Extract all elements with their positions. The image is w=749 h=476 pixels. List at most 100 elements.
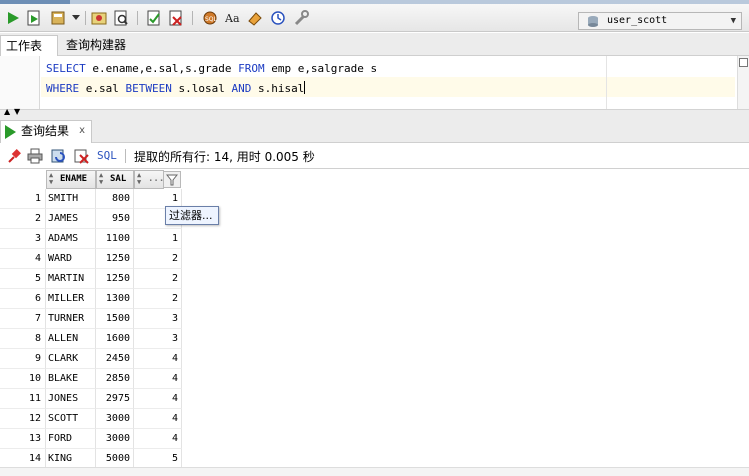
collapse-up-icon[interactable]: ▲ <box>4 107 10 116</box>
cell-sal[interactable]: 3000 <box>96 429 134 449</box>
cell-ename[interactable]: WARD <box>46 249 96 269</box>
commit-icon[interactable] <box>49 9 66 26</box>
cell-sal[interactable]: 1300 <box>96 289 134 309</box>
table-row[interactable]: 5 MARTIN 1250 2 <box>0 269 182 289</box>
cell-grade[interactable]: 5 <box>134 449 182 469</box>
sql-link[interactable]: SQL <box>97 149 117 162</box>
column-header-grade[interactable]: ▲ ▼ ... <box>134 170 164 189</box>
cell-sal[interactable]: 2850 <box>96 369 134 389</box>
cell-sal[interactable]: 1250 <box>96 269 134 289</box>
cell-sal[interactable]: 1600 <box>96 329 134 349</box>
pin-icon[interactable] <box>6 148 22 164</box>
column-header-sal[interactable]: ▲ ▼ SAL <box>96 170 134 189</box>
row-number: 5 <box>0 269 46 289</box>
close-icon[interactable]: x <box>79 120 85 141</box>
cell-grade[interactable]: 4 <box>134 389 182 409</box>
tab-worksheet[interactable]: 工作表 <box>0 35 58 56</box>
cell-ename[interactable]: FORD <box>46 429 96 449</box>
tab-query-builder[interactable]: 查询构建器 <box>61 35 131 56</box>
connection-selector[interactable]: user_scott ▼ <box>578 12 742 30</box>
filter-icon[interactable] <box>163 171 181 188</box>
cell-grade[interactable]: 4 <box>134 369 182 389</box>
tab-query-result[interactable]: 查询结果 x <box>0 120 92 143</box>
cell-ename[interactable]: SMITH <box>46 189 96 209</box>
table-row[interactable]: 10 BLAKE 2850 4 <box>0 369 182 389</box>
cell-ename[interactable]: ALLEN <box>46 329 96 349</box>
cell-ename[interactable]: TURNER <box>46 309 96 329</box>
cell-grade[interactable]: 1 <box>134 229 182 249</box>
cell-grade[interactable]: 3 <box>134 329 182 349</box>
refresh-icon[interactable] <box>51 148 67 164</box>
to-upper-lower-icon[interactable]: Aa <box>224 9 241 26</box>
cell-ename[interactable]: ADAMS <box>46 229 96 249</box>
table-row[interactable]: 9 CLARK 2450 4 <box>0 349 182 369</box>
table-row[interactable]: 4 WARD 1250 2 <box>0 249 182 269</box>
cell-ename[interactable]: MILLER <box>46 289 96 309</box>
table-row[interactable]: 12 SCOTT 3000 4 <box>0 409 182 429</box>
row-number: 7 <box>0 309 46 329</box>
row-number: 6 <box>0 289 46 309</box>
cell-ename[interactable]: KING <box>46 449 96 469</box>
results-grid[interactable]: ▲ ▼ ENAME ▲ ▼ SAL ▲ ▼ ... 1 SMITH 800 1 2 JAMES 9… <box>0 169 749 476</box>
cell-ename[interactable]: JONES <box>46 389 96 409</box>
editor-vertical-scrollbar[interactable] <box>737 56 749 109</box>
commit-transaction-icon[interactable] <box>145 9 162 26</box>
sql-history-icon[interactable] <box>269 9 286 26</box>
cell-sal[interactable]: 1250 <box>96 249 134 269</box>
explain-plan-icon[interactable] <box>90 9 107 26</box>
dropdown-arrow-icon[interactable] <box>71 9 81 26</box>
cell-ename[interactable]: CLARK <box>46 349 96 369</box>
rollback-icon[interactable] <box>167 9 184 26</box>
table-row[interactable]: 13 FORD 3000 4 <box>0 429 182 449</box>
grid-horizontal-scrollbar[interactable] <box>0 467 749 476</box>
cell-sal[interactable]: 5000 <box>96 449 134 469</box>
cell-sal[interactable]: 800 <box>96 189 134 209</box>
scroll-corner-box[interactable] <box>739 58 748 67</box>
table-row[interactable]: 6 MILLER 1300 2 <box>0 289 182 309</box>
cell-ename[interactable]: JAMES <box>46 209 96 229</box>
sort-icon: ▲ ▼ <box>99 171 104 186</box>
print-icon[interactable] <box>27 148 43 164</box>
run-script-icon[interactable] <box>25 9 42 26</box>
cell-ename[interactable]: BLAKE <box>46 369 96 389</box>
cell-grade[interactable]: 2 <box>134 289 182 309</box>
cell-sal[interactable]: 1500 <box>96 309 134 329</box>
table-row[interactable]: 2 JAMES 950 <box>0 209 182 229</box>
sql-editor[interactable]: SELECT e.ename,e.sal,s.grade FROM emp e,… <box>0 56 749 110</box>
run-statement-icon[interactable] <box>4 9 21 26</box>
sql-tuning-icon[interactable]: SQL <box>201 9 218 26</box>
row-number: 11 <box>0 389 46 409</box>
table-row[interactable]: 1 SMITH 800 1 <box>0 189 182 209</box>
row-number: 10 <box>0 369 46 389</box>
collapse-down-icon[interactable]: ▼ <box>14 107 20 116</box>
pane-splitter[interactable]: ▲ ▼ <box>0 107 749 117</box>
cell-grade[interactable]: 4 <box>134 409 182 429</box>
table-row[interactable]: 14 KING 5000 5 <box>0 449 182 469</box>
cell-sal[interactable]: 1100 <box>96 229 134 249</box>
clear-eraser-icon[interactable] <box>246 9 263 26</box>
autotrace-icon[interactable] <box>112 9 129 26</box>
cell-ename[interactable]: SCOTT <box>46 409 96 429</box>
cell-sal[interactable]: 950 <box>96 209 134 229</box>
sql-keyword: SELECT <box>46 62 86 75</box>
cell-grade[interactable]: 4 <box>134 349 182 369</box>
cell-grade[interactable]: 3 <box>134 309 182 329</box>
cell-ename[interactable]: MARTIN <box>46 269 96 289</box>
table-row[interactable]: 7 TURNER 1500 3 <box>0 309 182 329</box>
toolbar-separator <box>192 11 193 25</box>
cell-sal[interactable]: 2975 <box>96 389 134 409</box>
cell-grade[interactable]: 2 <box>134 249 182 269</box>
cell-grade[interactable]: 4 <box>134 429 182 449</box>
cell-grade[interactable]: 2 <box>134 269 182 289</box>
table-row[interactable]: 3 ADAMS 1100 1 <box>0 229 182 249</box>
column-header-ename[interactable]: ▲ ▼ ENAME <box>46 170 96 189</box>
table-row[interactable]: 11 JONES 2975 4 <box>0 389 182 409</box>
sql-text: s.hisal <box>251 82 305 95</box>
cell-sal[interactable]: 2450 <box>96 349 134 369</box>
cell-sal[interactable]: 3000 <box>96 409 134 429</box>
table-row[interactable]: 8 ALLEN 1600 3 <box>0 329 182 349</box>
cancel-query-icon[interactable] <box>74 148 90 164</box>
wrench-tools-icon[interactable] <box>292 9 309 26</box>
column-header-label: ... <box>148 174 164 184</box>
results-tabs: 查询结果 x <box>0 117 749 143</box>
